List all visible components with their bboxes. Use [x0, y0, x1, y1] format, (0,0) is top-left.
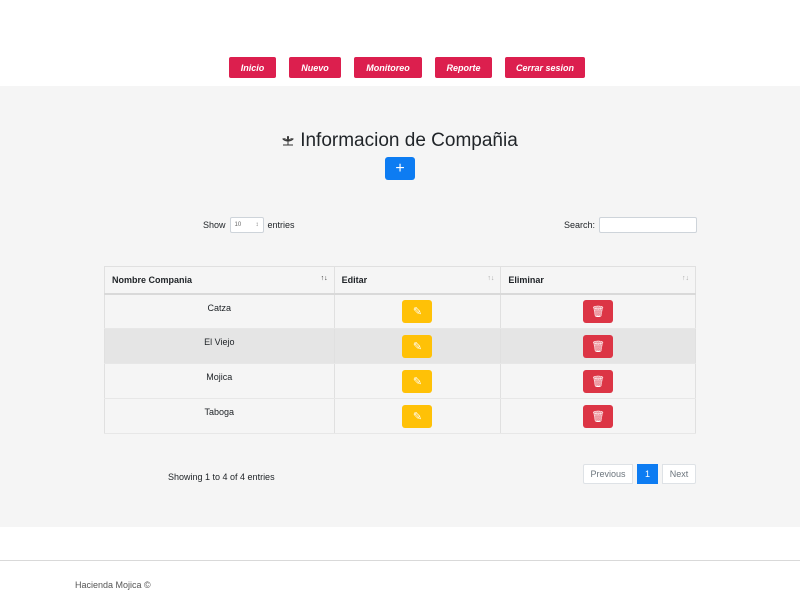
- delete-cell: 🗑︎: [500, 363, 696, 399]
- leaf-icon: [282, 134, 295, 149]
- company-name-cell: Mojica: [104, 363, 335, 399]
- plus-icon: +: [395, 159, 405, 177]
- nav-cerrar-sesion-button[interactable]: Cerrar sesion: [505, 57, 585, 78]
- edit-cell: ✎: [333, 398, 502, 434]
- delete-button[interactable]: 🗑︎: [583, 369, 614, 393]
- page-1-button[interactable]: 1: [637, 464, 658, 484]
- delete-button[interactable]: 🗑︎: [583, 299, 614, 323]
- entries-length-control: Show 10 ↕ entries: [203, 217, 295, 233]
- search-label: Search:: [564, 220, 596, 230]
- company-name-cell: Taboga: [104, 398, 335, 434]
- entries-label: entries: [267, 220, 295, 230]
- column-header-label: Eliminar: [508, 274, 544, 285]
- table-row: Taboga ✎ 🗑︎: [104, 398, 696, 434]
- page-title-text: Informacion de Compañia: [300, 130, 518, 151]
- delete-cell: 🗑︎: [500, 398, 696, 434]
- pencil-icon: ✎: [412, 305, 423, 318]
- table-row: Catza ✎ 🗑︎: [104, 293, 696, 329]
- sort-icon: ↑↓: [487, 275, 495, 282]
- pencil-icon: ✎: [412, 340, 423, 353]
- column-header-label: Nombre Compania: [112, 274, 193, 285]
- trash-icon: 🗑︎: [591, 305, 606, 318]
- pagination: Previous 1 Next: [583, 464, 696, 484]
- search-input[interactable]: [599, 217, 698, 233]
- next-page-button[interactable]: Next: [662, 464, 696, 484]
- delete-button[interactable]: 🗑︎: [583, 404, 614, 428]
- edit-button[interactable]: ✎: [402, 334, 433, 358]
- column-header-nombre[interactable]: Nombre Compania ↑↓: [104, 266, 335, 295]
- edit-button[interactable]: ✎: [402, 404, 433, 428]
- page-title: Informacion de Compañia: [0, 130, 800, 152]
- trash-icon: 🗑︎: [591, 410, 606, 423]
- delete-cell: 🗑︎: [500, 328, 696, 364]
- add-company-button[interactable]: +: [385, 157, 415, 180]
- entries-select[interactable]: 10 ↕: [229, 217, 264, 233]
- edit-button[interactable]: ✎: [402, 369, 433, 393]
- company-name-cell: El Viejo: [104, 328, 335, 364]
- nav-inicio-button[interactable]: Inicio: [229, 57, 276, 78]
- nav-reporte-button[interactable]: Reporte: [435, 57, 492, 78]
- nav-monitoreo-button[interactable]: Monitoreo: [354, 57, 422, 78]
- top-navigation: Inicio Nuevo Monitoreo Reporte Cerrar se…: [0, 0, 800, 86]
- table-info: Showing 1 to 4 of 4 entries: [168, 472, 275, 482]
- nav-nuevo-button[interactable]: Nuevo: [289, 57, 341, 78]
- trash-icon: 🗑︎: [591, 340, 606, 353]
- delete-cell: 🗑︎: [500, 293, 696, 329]
- footer-text: Hacienda Mojica ©: [75, 580, 151, 590]
- search-control: Search:: [564, 217, 698, 233]
- column-header-eliminar[interactable]: Eliminar ↑↓: [500, 266, 696, 295]
- column-header-editar[interactable]: Editar ↑↓: [333, 266, 502, 295]
- edit-cell: ✎: [333, 293, 502, 329]
- edit-button[interactable]: ✎: [402, 299, 433, 323]
- companies-table: Nombre Compania ↑↓ Editar ↑↓ Eliminar ↑↓…: [104, 266, 696, 434]
- edit-cell: ✎: [333, 363, 502, 399]
- company-name-cell: Catza: [104, 293, 335, 329]
- delete-button[interactable]: 🗑︎: [583, 334, 614, 358]
- entries-select-value: 10: [234, 222, 242, 228]
- previous-page-button[interactable]: Previous: [583, 464, 633, 484]
- sort-updown-icon: ↕: [255, 222, 259, 228]
- trash-icon: 🗑︎: [591, 375, 606, 388]
- footer-divider: [0, 560, 800, 561]
- show-label: Show: [203, 220, 226, 230]
- sort-icon: ↑↓: [682, 275, 689, 282]
- edit-cell: ✎: [333, 328, 502, 364]
- table-row: El Viejo ✎ 🗑︎: [104, 328, 696, 364]
- pencil-icon: ✎: [412, 375, 423, 388]
- column-header-label: Editar: [341, 274, 368, 285]
- pencil-icon: ✎: [412, 410, 423, 423]
- table-row: Mojica ✎ 🗑︎: [104, 363, 696, 399]
- sort-icon: ↑↓: [320, 275, 328, 282]
